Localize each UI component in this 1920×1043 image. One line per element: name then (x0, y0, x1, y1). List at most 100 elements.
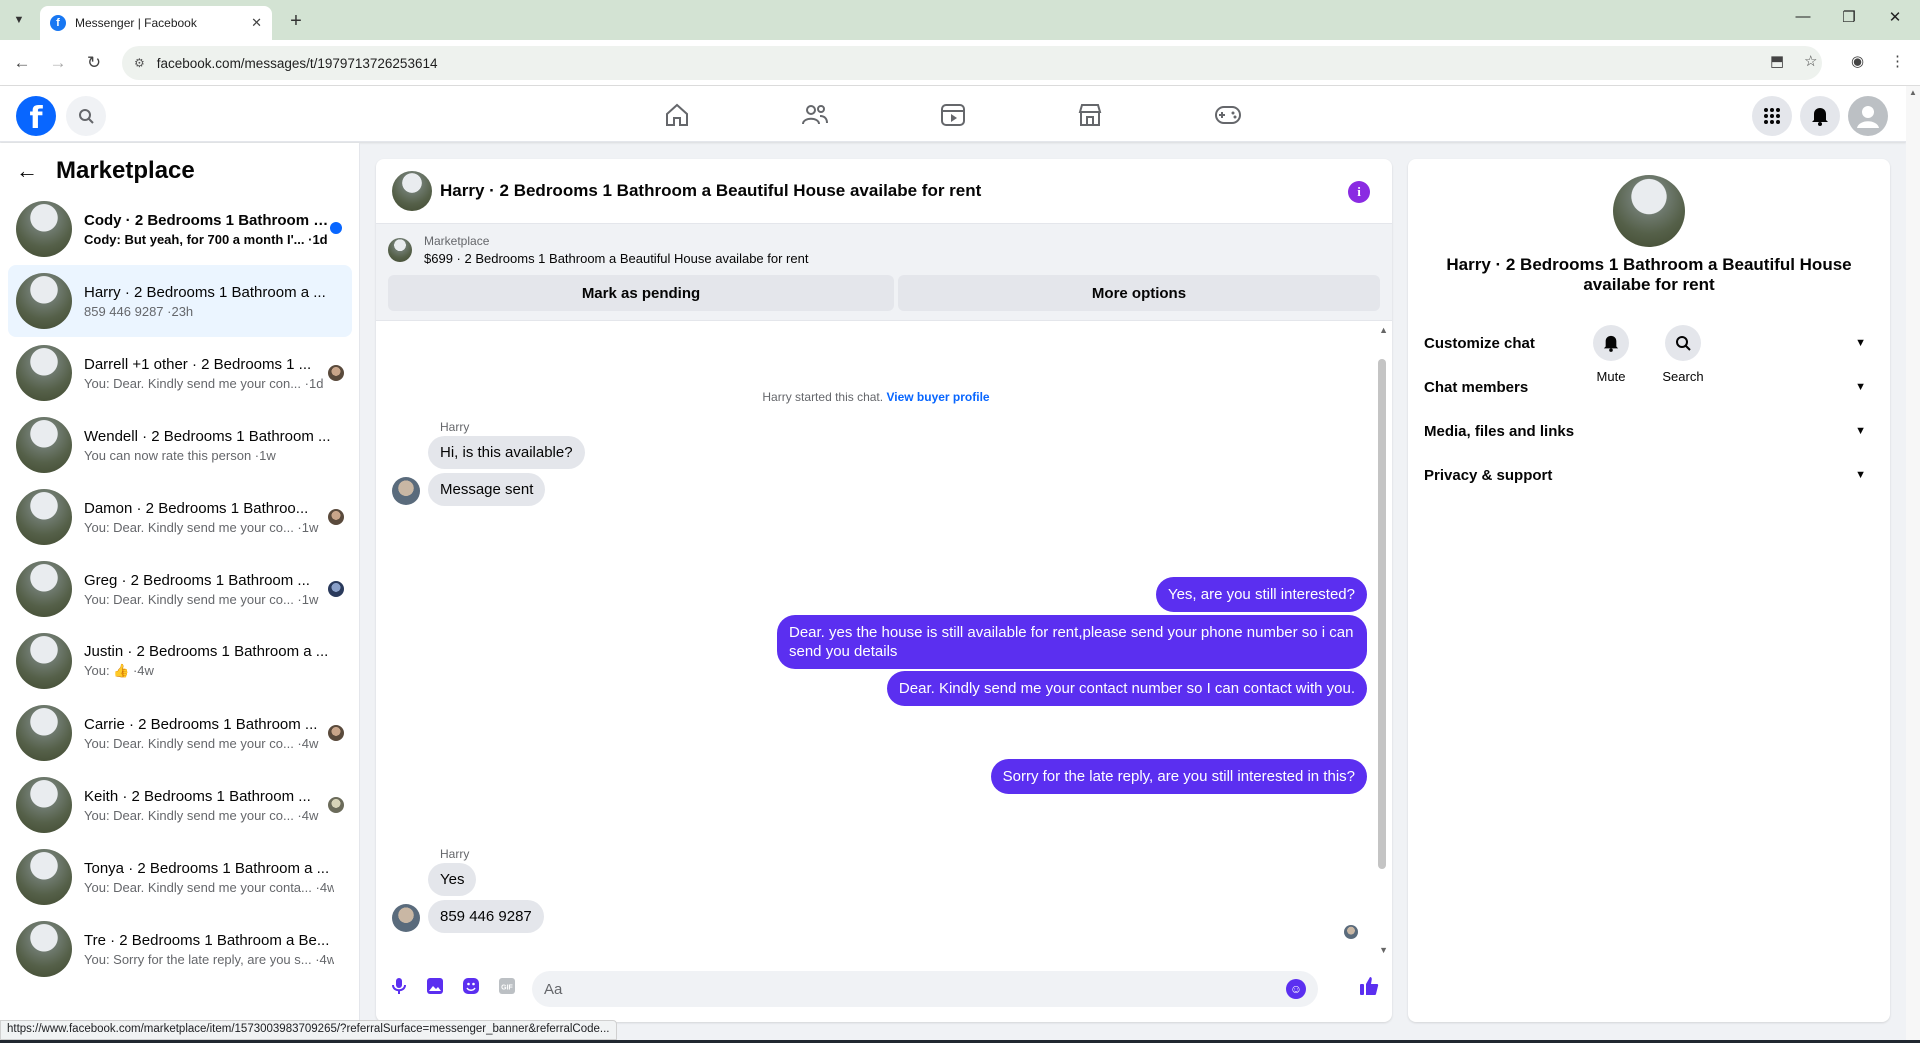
conversation-item[interactable]: Cody · 2 Bedrooms 1 Bathroom a... Cody: B… (8, 193, 352, 265)
chat-members-section[interactable]: Chat members ▼ (1424, 369, 1874, 405)
message-input[interactable]: Aa ☺ (532, 971, 1318, 1007)
conversation-item[interactable]: Darrell +1 other · 2 Bedrooms 1 ... You: … (8, 337, 352, 409)
conversation-item[interactable]: Wendell · 2 Bedrooms 1 Bathroom ... You c… (8, 409, 352, 481)
photo-icon[interactable] (424, 975, 446, 997)
minimize-icon[interactable]: — (1788, 8, 1818, 25)
conversation-preview: You: Sorry for the late reply, are you s… (84, 951, 334, 967)
video-icon[interactable] (935, 100, 971, 130)
privacy-support-section[interactable]: Privacy & support ▼ (1424, 457, 1874, 493)
message-bubble-out[interactable]: Yes, are you still interested? (1155, 577, 1367, 612)
message-scrollbar[interactable] (1378, 359, 1386, 869)
conversation-item[interactable]: Greg · 2 Bedrooms 1 Bathroom ... You: Dea… (8, 553, 352, 625)
browser-tab[interactable]: f Messenger | Facebook ✕ (40, 6, 272, 40)
gif-icon[interactable]: GIF (496, 975, 518, 997)
friends-icon[interactable] (797, 100, 833, 130)
message-bubble-in[interactable]: Hi, is this available? (428, 436, 585, 469)
menu-grid-icon[interactable] (1752, 96, 1792, 136)
listing-price-title[interactable]: $699 · 2 Bedrooms 1 Bathroom a Beautiful… (424, 251, 808, 266)
conversation-item[interactable]: Tre · 2 Bedrooms 1 Bathroom a Be... You: … (8, 913, 352, 985)
sender-avatar[interactable] (392, 477, 420, 505)
read-receipt-avatar (328, 581, 344, 597)
message-bubble-out[interactable]: Sorry for the late reply, are you still … (990, 759, 1367, 794)
marketplace-label: Marketplace (424, 234, 490, 248)
scroll-up-arrow-icon[interactable]: ▲ (1909, 88, 1917, 97)
window-close-icon[interactable]: ✕ (1880, 8, 1910, 26)
chevron-down-icon: ▼ (1855, 381, 1866, 393)
conversation-list: Cody · 2 Bedrooms 1 Bathroom a... Cody: B… (8, 193, 352, 985)
forward-arrow-icon[interactable]: → (46, 51, 70, 75)
conversation-item[interactable]: Keith · 2 Bedrooms 1 Bathroom ... You: De… (8, 769, 352, 841)
install-app-icon[interactable]: ⬒ (1770, 52, 1784, 70)
facebook-favicon-icon: f (50, 15, 66, 31)
scroll-up-arrow-icon[interactable]: ▲ (1379, 325, 1388, 335)
conversation-item[interactable]: Damon · 2 Bedrooms 1 Bathroo... You: Dear… (8, 481, 352, 553)
conversation-name: Greg · 2 Bedrooms 1 Bathroom ... (84, 571, 310, 589)
listing-thumbnail (16, 921, 72, 977)
conversation-item[interactable]: Justin · 2 Bedrooms 1 Bathroom a ... You:… (8, 625, 352, 697)
customize-chat-section[interactable]: Customize chat ▼ (1424, 325, 1874, 361)
read-receipt-avatar (328, 509, 344, 525)
more-options-button[interactable]: More options (898, 275, 1380, 311)
back-arrow-icon[interactable]: ← (10, 51, 34, 75)
conversation-item[interactable]: Harry · 2 Bedrooms 1 Bathroom a ... 859 4… (8, 265, 352, 337)
page-scrollbar[interactable]: ▲ (1906, 86, 1920, 1043)
read-receipt-avatar (328, 365, 344, 381)
conversation-item[interactable]: Tonya · 2 Bedrooms 1 Bathroom a ... You: … (8, 841, 352, 913)
new-tab-plus-icon[interactable]: + (284, 9, 308, 33)
section-label: Media, files and links (1424, 422, 1575, 440)
facebook-logo-icon[interactable]: f (16, 96, 56, 136)
conversation-name: Darrell +1 other · 2 Bedrooms 1 ... (84, 355, 312, 373)
mark-as-pending-button[interactable]: Mark as pending (388, 275, 894, 311)
home-icon[interactable] (659, 100, 695, 130)
conversation-details-panel: Harry · 2 Bedrooms 1 Bathroom a Beautifu… (1408, 159, 1890, 1022)
reload-icon[interactable]: ↻ (82, 51, 106, 75)
search-icon[interactable] (66, 96, 106, 136)
marketplace-banner: Marketplace $699 · 2 Bedrooms 1 Bathroom… (376, 224, 1392, 321)
account-avatar-icon[interactable] (1848, 96, 1888, 136)
chat-header: Harry · 2 Bedrooms 1 Bathroom a Beautifu… (376, 159, 1392, 224)
tab-list-chevron-icon[interactable]: ▼ (8, 9, 30, 31)
bookmark-star-icon[interactable]: ☆ (1804, 52, 1817, 70)
media-files-links-section[interactable]: Media, files and links ▼ (1424, 413, 1874, 449)
listing-thumbnail[interactable] (388, 238, 412, 262)
message-bubble-in[interactable]: Message sent (428, 473, 546, 506)
conversation-preview: You: 👍 ·4w (84, 663, 154, 678)
profile-icon[interactable]: ◉ (1851, 52, 1864, 70)
chevron-down-icon: ▼ (1855, 469, 1866, 481)
listing-thumbnail[interactable] (392, 171, 432, 211)
listing-thumbnail (16, 273, 72, 329)
message-bubble-out[interactable]: Dear. yes the house is still available f… (777, 615, 1367, 669)
read-receipt-avatar (328, 725, 344, 741)
scroll-down-arrow-icon[interactable]: ▼ (1379, 945, 1388, 955)
listing-thumbnail[interactable] (1613, 175, 1685, 247)
back-arrow-icon[interactable]: ← (16, 158, 38, 184)
browser-menu-icon[interactable]: ⋮ (1890, 52, 1905, 70)
message-bubble-in[interactable]: Yes (428, 863, 477, 896)
marketplace-icon[interactable] (1072, 100, 1108, 130)
conversation-name: Carrie · 2 Bedrooms 1 Bathroom ... (84, 715, 318, 733)
sticker-icon[interactable] (460, 975, 482, 997)
chat-title[interactable]: Harry · 2 Bedrooms 1 Bathroom a Beautifu… (440, 181, 981, 201)
sender-avatar[interactable] (392, 904, 420, 932)
conversation-preview: Cody: But yeah, for 700 a month I'... ·1… (84, 231, 328, 247)
emoji-icon[interactable]: ☺ (1286, 979, 1306, 999)
message-bubble-out[interactable]: Dear. Kindly send me your contact number… (886, 671, 1367, 706)
listing-thumbnail (16, 201, 72, 257)
gaming-icon[interactable] (1210, 100, 1246, 130)
tab-close-icon[interactable]: ✕ (251, 15, 262, 31)
sender-name: Harry (440, 420, 470, 434)
listing-thumbnail (16, 849, 72, 905)
notifications-bell-icon[interactable] (1800, 96, 1840, 136)
address-bar[interactable]: ⚙ facebook.com/messages/t/19797137262536… (122, 46, 1822, 80)
microphone-icon[interactable] (388, 975, 410, 997)
details-title: Harry · 2 Bedrooms 1 Bathroom a Beautifu… (1446, 255, 1852, 294)
site-info-icon[interactable]: ⚙ (134, 56, 145, 70)
listing-thumbnail (16, 633, 72, 689)
info-icon[interactable]: i (1348, 181, 1370, 203)
thumbs-up-icon[interactable] (1358, 975, 1380, 997)
restore-icon[interactable]: ❐ (1834, 8, 1864, 26)
message-bubble-in[interactable]: 859 446 9287 (428, 900, 544, 933)
view-buyer-profile-link[interactable]: View buyer profile (886, 390, 989, 404)
conversation-item[interactable]: Carrie · 2 Bedrooms 1 Bathroom ... You: D… (8, 697, 352, 769)
conversation-sidebar: ← Marketplace Cody · 2 Bedrooms 1 Bathro… (0, 143, 360, 1023)
